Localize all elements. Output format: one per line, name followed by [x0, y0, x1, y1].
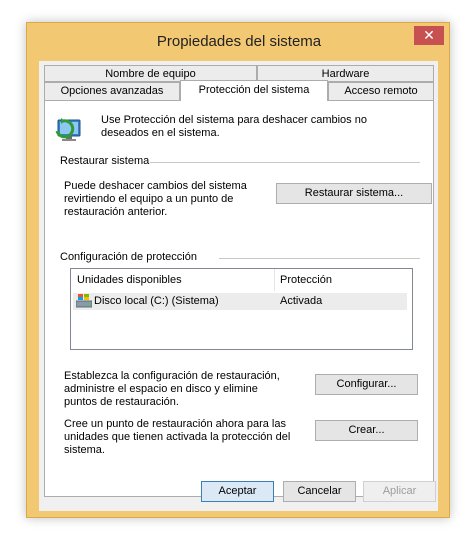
system-properties-window: Propiedades del sistema ✕ Nombre de equi…: [26, 22, 450, 518]
tab-advanced-options[interactable]: Opciones avanzadas: [44, 82, 180, 101]
restore-divider: [150, 162, 420, 163]
apply-button[interactable]: Aplicar: [363, 481, 436, 502]
ok-button[interactable]: Aceptar: [201, 481, 274, 502]
protection-divider: [219, 258, 420, 259]
configure-button[interactable]: Configurar...: [315, 374, 418, 395]
protection-heading: Configuración de protección: [60, 251, 197, 263]
column-header-drives[interactable]: Unidades disponibles: [77, 274, 182, 286]
column-separator: [274, 269, 275, 291]
column-header-protection[interactable]: Protección: [280, 274, 332, 286]
create-description: Cree un punto de restauración ahora para…: [64, 418, 291, 456]
restore-system-button[interactable]: Restaurar sistema...: [276, 183, 432, 204]
drives-list[interactable]: Unidades disponibles Protección Disco lo…: [70, 268, 413, 350]
drive-protection-status: Activada: [280, 295, 323, 307]
cancel-button[interactable]: Cancelar: [283, 481, 356, 502]
tab-panel: Use Protección del sistema para deshacer…: [44, 100, 434, 497]
tab-remote-access[interactable]: Acceso remoto: [328, 82, 434, 101]
intro-text: Use Protección del sistema para deshacer…: [101, 114, 367, 139]
local-disk-icon: [75, 294, 93, 308]
restore-description: Puede deshacer cambios del sistema revir…: [64, 180, 247, 218]
table-row[interactable]: Disco local (C:) (Sistema) Activada: [73, 293, 407, 310]
create-button[interactable]: Crear...: [315, 420, 418, 441]
drive-name: Disco local (C:) (Sistema): [94, 295, 219, 307]
window-title: Propiedades del sistema: [156, 33, 322, 50]
dialog-client-area: Nombre de equipo Hardware Opciones avanz…: [39, 61, 438, 511]
configure-description: Establezca la configuración de restaurac…: [64, 370, 280, 408]
system-protection-icon: [55, 115, 85, 145]
close-button[interactable]: ✕: [414, 26, 444, 45]
close-icon: ✕: [423, 27, 435, 43]
tab-system-protection[interactable]: Protección del sistema: [180, 80, 328, 101]
restore-heading: Restaurar sistema: [60, 155, 150, 167]
